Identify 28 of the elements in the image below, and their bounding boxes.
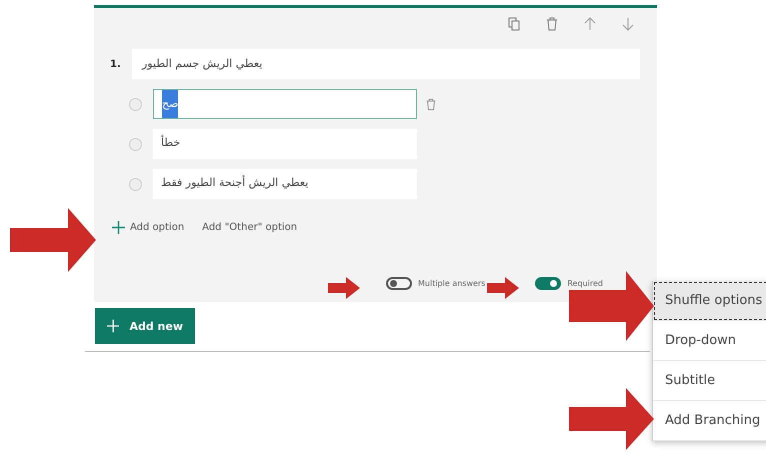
arrow-annotation bbox=[487, 277, 519, 299]
question-field[interactable]: يعطي الريش جسم الطيور bbox=[132, 49, 640, 79]
menu-item[interactable]: Add Branching bbox=[653, 401, 766, 441]
menu-item[interactable]: Drop-down bbox=[653, 321, 766, 361]
add-new-button[interactable]: Add new bbox=[95, 308, 195, 344]
menu-item[interactable]: Shuffle options bbox=[653, 281, 766, 321]
arrow-annotation bbox=[328, 277, 360, 299]
toggle-label: Multiple answers bbox=[418, 279, 486, 288]
toggle-switch[interactable] bbox=[535, 277, 562, 290]
radio-button[interactable] bbox=[129, 98, 142, 110]
plus-icon bbox=[107, 319, 120, 333]
add-other-option-button[interactable]: Add "Other" option bbox=[202, 222, 298, 233]
option-field[interactable]: خطأ bbox=[153, 129, 417, 159]
copy-icon[interactable] bbox=[507, 17, 521, 31]
delete-icon[interactable] bbox=[425, 98, 437, 110]
add-option-button[interactable]: Add option bbox=[112, 221, 184, 234]
plus-icon bbox=[112, 221, 125, 234]
menu-item[interactable]: Subtitle bbox=[653, 361, 766, 401]
option-field[interactable]: صح bbox=[153, 89, 417, 119]
down-arrow-icon[interactable] bbox=[621, 17, 635, 31]
up-arrow-icon[interactable] bbox=[583, 17, 597, 31]
toggle-switch[interactable] bbox=[386, 277, 412, 290]
toggle-label: Required bbox=[567, 279, 603, 288]
option-field[interactable]: يعطي الريش أجنحة الطيور فقط bbox=[153, 169, 417, 199]
question-number: 1. bbox=[110, 58, 122, 70]
radio-button[interactable] bbox=[129, 138, 142, 150]
delete-icon[interactable] bbox=[545, 17, 559, 31]
radio-button[interactable] bbox=[129, 178, 142, 190]
